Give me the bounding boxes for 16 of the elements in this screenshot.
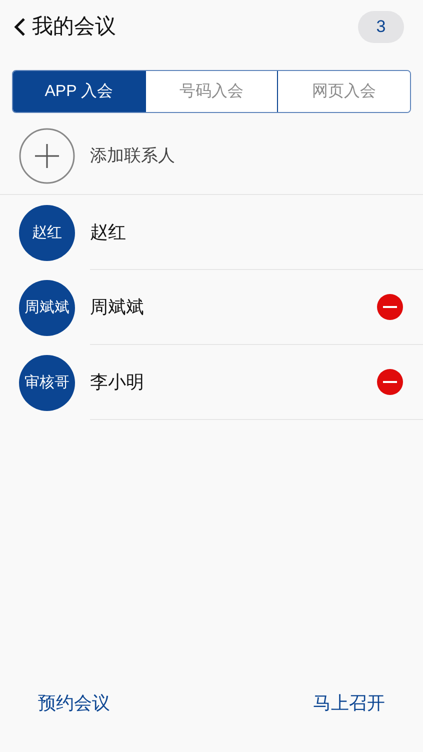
add-contact-label[interactable]: 添加联系人 — [90, 142, 175, 168]
remove-icon[interactable] — [377, 369, 403, 395]
participant-name: 李小明 — [90, 370, 144, 394]
participant-name: 周斌斌 — [90, 296, 144, 318]
back-icon[interactable] — [14, 17, 26, 37]
add-icon[interactable] — [19, 128, 75, 184]
action-link[interactable]: 预约会议 — [38, 690, 110, 717]
action-link[interactable]: 马上召开 — [313, 690, 385, 717]
participant-count: 3 — [358, 11, 404, 43]
avatar: 审核哥 — [19, 354, 75, 410]
page-title: 我的会议 — [32, 14, 116, 40]
avatar: 赵红 — [19, 204, 75, 260]
participant-name: 赵红 — [90, 220, 126, 244]
remove-icon[interactable] — [377, 294, 403, 320]
tab[interactable]: APP 入会 — [13, 71, 145, 112]
avatar: 周斌斌 — [19, 280, 75, 336]
